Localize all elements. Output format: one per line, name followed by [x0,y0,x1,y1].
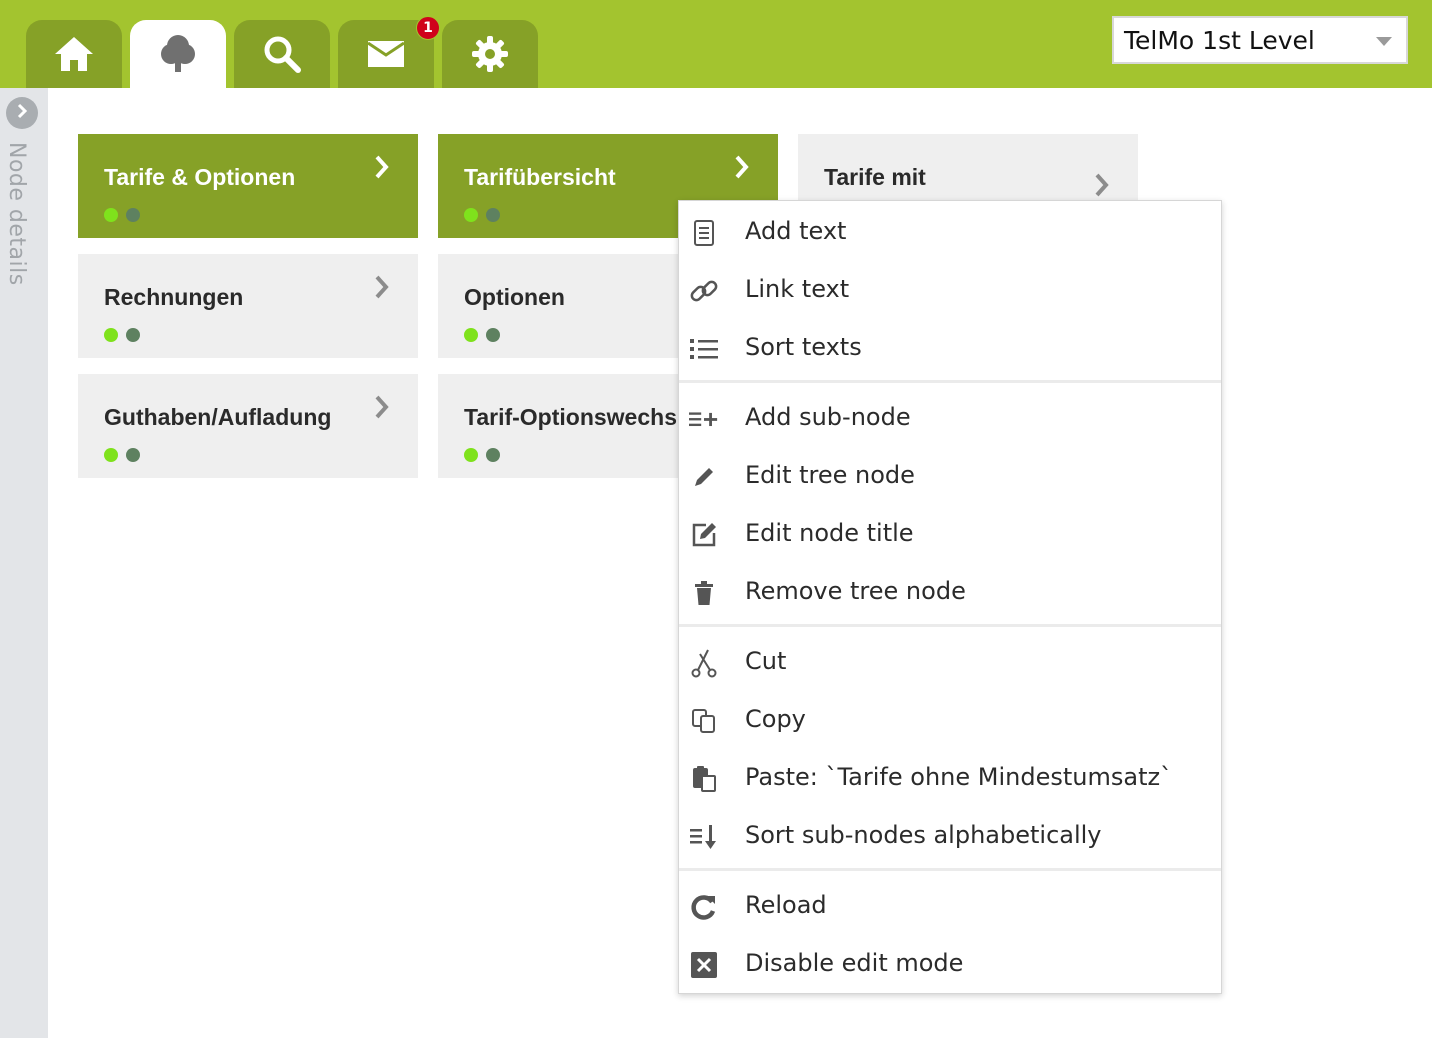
status-dots [104,328,140,342]
menu-item-label: Sort texts [745,333,862,361]
node-details-label: Node details [4,142,29,286]
menu-item-label: Cut [745,647,787,675]
menu-separator [679,380,1221,383]
menu-item-sort-texts[interactable]: Sort texts [679,319,1221,377]
tab-search[interactable] [234,20,330,88]
menu-item-edit-tree-node[interactable]: Edit tree node [679,447,1221,505]
status-dots [104,208,140,222]
tab-home[interactable] [26,20,122,88]
gear-icon [470,34,510,74]
chevron-right-icon [14,103,30,123]
menu-item-label: Copy [745,705,806,733]
menu-item-label: Sort sub-nodes alphabetically [745,821,1102,849]
mail-icon [366,39,406,69]
tab-settings[interactable] [442,20,538,88]
chevron-right-icon [374,274,390,304]
chevron-down-icon [1376,37,1392,46]
menu-item-disable-edit-mode[interactable]: Disable edit mode [679,935,1221,993]
menu-item-label: Remove tree node [745,577,966,605]
menu-item-copy[interactable]: Copy [679,691,1221,749]
status-dots [464,328,500,342]
status-dots [464,208,500,222]
tile-tarife-optionen[interactable]: Tarife & Optionen [78,134,418,238]
menu-item-sort-sub-nodes[interactable]: Sort sub-nodes alphabetically [679,807,1221,865]
tile-title: Tarife mit [824,164,926,190]
chevron-right-icon [734,154,750,184]
tree-icon [158,34,198,74]
menu-item-paste[interactable]: Paste: `Tarife ohne Mindestumsatz` [679,749,1221,807]
tile-title: Guthaben/Aufladung [104,404,332,430]
close-box-icon [689,950,719,980]
status-dots [464,448,500,462]
document-icon [689,218,719,248]
edit-box-icon [689,520,719,550]
menu-item-label: Reload [745,891,827,919]
chevron-right-icon [374,394,390,424]
add-list-icon [689,404,719,434]
tile-title: Tarife & Optionen [104,164,296,190]
menu-item-add-text[interactable]: Add text [679,203,1221,261]
menu-item-label: Disable edit mode [745,949,964,977]
tile-title: Tarifübersicht [464,164,616,190]
menu-item-label: Add text [745,217,847,245]
menu-item-reload[interactable]: Reload [679,877,1221,935]
menu-item-cut[interactable]: Cut [679,633,1221,691]
menu-item-label: Edit node title [745,519,914,547]
tile-rechnungen[interactable]: Rechnungen [78,254,418,358]
menu-item-label: Edit tree node [745,461,915,489]
status-dots [104,448,140,462]
home-icon [53,35,95,73]
level-select-value: TelMo 1st Level [1124,25,1315,55]
sort-icon [689,822,719,852]
menu-item-link-text[interactable]: Link text [679,261,1221,319]
context-menu: Add text Link text Sort texts Add sub-no… [678,200,1222,994]
scissors-icon [689,648,719,678]
link-icon [689,276,719,306]
menu-item-label: Add sub-node [745,403,911,431]
menu-item-label: Link text [745,275,850,303]
tile-title: Tarif-Optionswechs [464,404,677,430]
list-icon [689,334,719,364]
pencil-icon [689,462,719,492]
reload-icon [689,892,719,922]
menu-item-edit-node-title[interactable]: Edit node title [679,505,1221,563]
tile-title: Optionen [464,284,565,310]
menu-item-remove-tree-node[interactable]: Remove tree node [679,563,1221,621]
expand-panel-button[interactable] [6,97,38,129]
chevron-right-icon [374,154,390,184]
copy-icon [689,706,719,736]
paste-icon [689,764,719,794]
menu-separator [679,868,1221,871]
menu-separator [679,624,1221,627]
level-select[interactable]: TelMo 1st Level [1112,16,1408,64]
trash-icon [689,578,719,608]
chevron-right-icon [1094,172,1110,202]
search-icon [262,34,302,74]
menu-item-label: Paste: `Tarife ohne Mindestumsatz` [745,763,1173,791]
tile-guthaben-aufladung[interactable]: Guthaben/Aufladung [78,374,418,478]
menu-item-add-sub-node[interactable]: Add sub-node [679,389,1221,447]
message-count-badge: 1 [416,16,440,40]
tile-title: Rechnungen [104,284,244,310]
tab-tree[interactable] [130,20,226,88]
